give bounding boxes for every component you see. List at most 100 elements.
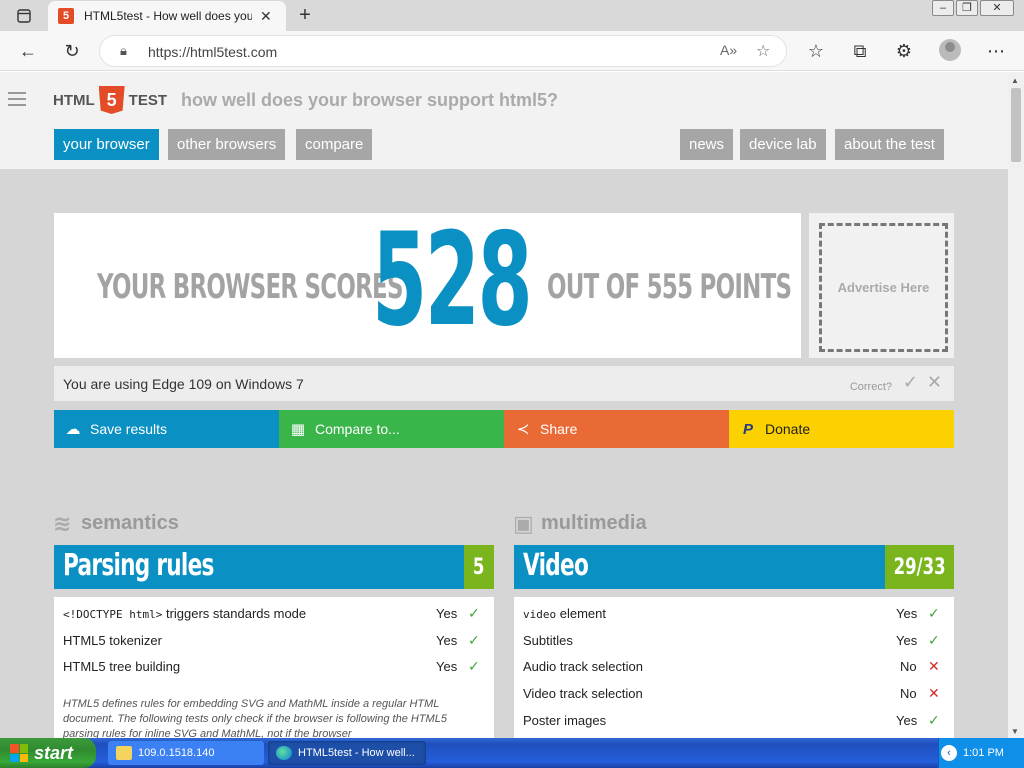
scroll-thumb[interactable] — [1011, 88, 1021, 162]
tab-actions-button[interactable] — [8, 6, 40, 26]
row-result: No — [900, 659, 917, 674]
video-score-value: 29/33 — [893, 554, 946, 580]
tab-close-icon[interactable]: ✕ — [260, 9, 272, 23]
windows-taskbar: start 109.0.1518.140 HTML5test - How wel… — [0, 738, 1024, 768]
check-icon: ✓ — [928, 632, 940, 648]
start-button[interactable]: start — [0, 738, 96, 768]
system-tray: ‹ 1:01 PM — [938, 738, 1024, 768]
page-scrollbar[interactable]: ▲ ▼ — [1008, 72, 1024, 738]
video-title: Video — [523, 548, 589, 583]
advertise-here-link[interactable]: Advertise Here — [819, 223, 948, 352]
parsing-rules-title: Parsing rules — [63, 548, 214, 583]
taskbar-item-folder[interactable]: 109.0.1518.140 — [108, 741, 264, 765]
table-row: Audio track selection — [523, 659, 643, 674]
row-result: Yes — [436, 659, 458, 674]
video-header: Video 29/33 — [514, 545, 954, 589]
taskbar-item-label: HTML5test - How well... — [298, 747, 415, 759]
minimize-button[interactable]: – — [932, 0, 954, 16]
nav-device-lab[interactable]: device lab — [740, 129, 826, 160]
new-tab-button[interactable]: + — [294, 4, 316, 26]
compare-to-button[interactable]: ▦ Compare to... — [279, 410, 504, 448]
extensions-icon[interactable]: ⚙ — [892, 39, 916, 63]
nav-news[interactable]: news — [680, 129, 734, 160]
save-results-button[interactable]: ☁ Save results — [54, 410, 279, 448]
score-value: 528 — [372, 206, 533, 355]
html5-shield-icon: 5 — [98, 86, 125, 114]
nav-compare[interactable]: compare — [296, 129, 373, 160]
check-icon: ✓ — [468, 632, 480, 648]
detected-browser-bar: You are using Edge 109 on Windows 7 Corr… — [54, 366, 954, 401]
row-result: No — [900, 686, 917, 701]
site-header: HTML 5 TEST how well does your browser s… — [0, 72, 1008, 169]
folder-icon — [116, 746, 132, 760]
row-code: video — [523, 608, 557, 621]
cross-icon: ✕ — [928, 685, 940, 701]
maximize-button[interactable]: ❐ — [956, 0, 978, 16]
paypal-icon: P — [742, 420, 753, 438]
correct-prompt: Correct? — [849, 381, 892, 393]
row-result: Yes — [896, 606, 918, 621]
address-bar[interactable]: 🔒︎ https://html5test.com A» ☆ — [99, 35, 787, 67]
edge-icon — [276, 746, 292, 760]
browser-toolbar: ← ↻ 🔒︎ https://html5test.com A» ☆ ☆ ⧉ ⚙ … — [0, 31, 1024, 71]
web-page: HTML 5 TEST how well does your browser s… — [0, 72, 1008, 738]
more-options-icon[interactable]: ⋯ — [984, 39, 1008, 63]
layers-icon: ≋ — [53, 510, 72, 536]
nav-about-the-test[interactable]: about the test — [835, 129, 944, 160]
parsing-rules-header: Parsing rules 5 — [54, 545, 494, 589]
table-row: HTML5 tokenizer — [63, 633, 162, 648]
cross-icon: ✕ — [928, 658, 940, 674]
multimedia-heading: ▣ multimedia — [513, 512, 647, 535]
browser-title-bar: 5 HTML5test - How well does your ✕ + – ❐… — [0, 0, 1024, 31]
parsing-rules-score: 5 — [464, 545, 494, 589]
score-panel: YOUR BROWSER SCORES 528 OUT OF 555 POINT… — [54, 213, 801, 358]
donate-button[interactable]: P Donate — [729, 410, 954, 448]
taskbar-item-edge[interactable]: HTML5test - How well... — [268, 741, 426, 765]
reject-cross-icon[interactable]: ✕ — [927, 372, 942, 393]
scroll-up-arrow-icon[interactable]: ▲ — [1011, 76, 1019, 85]
html5-favicon-icon: 5 — [58, 8, 74, 24]
hamburger-menu-icon[interactable] — [8, 92, 26, 106]
row-result: Yes — [436, 606, 458, 621]
ad-panel: Advertise Here — [809, 213, 954, 358]
row-code: <!DOCTYPE html> — [63, 608, 163, 621]
compare-to-label: Compare to... — [315, 421, 400, 437]
save-results-label: Save results — [90, 421, 168, 437]
window-controls: – ❐ ✕ — [932, 0, 1014, 16]
read-aloud-icon[interactable]: A» — [720, 42, 737, 58]
share-button[interactable]: ≺ Share — [504, 410, 729, 448]
clock: 1:01 PM — [963, 747, 1004, 759]
back-arrow-icon[interactable]: ← — [16, 39, 40, 63]
parsing-rules-note: HTML5 defines rules for embedding SVG an… — [63, 698, 447, 738]
profile-avatar[interactable] — [939, 39, 961, 61]
film-clapper-icon: ▣ — [513, 510, 534, 536]
semantics-heading-text: semantics — [81, 512, 179, 534]
confirm-check-icon[interactable]: ✓ — [903, 372, 918, 393]
browser-tab-html5test[interactable]: 5 HTML5test - How well does your ✕ — [48, 1, 286, 31]
nav-your-browser[interactable]: your browser — [54, 129, 159, 160]
logo-right-text: TEST — [128, 91, 167, 109]
close-window-button[interactable]: ✕ — [980, 0, 1014, 16]
tray-expand-icon[interactable]: ‹ — [941, 745, 957, 761]
nav-other-browsers[interactable]: other browsers — [168, 129, 286, 160]
video-list: video element Yes ✓ Subtitles Yes ✓ Audi… — [514, 597, 954, 738]
windows-flag-icon — [10, 744, 28, 762]
cloud-upload-icon: ☁ — [65, 421, 81, 438]
site-logo[interactable]: HTML 5 TEST — [53, 86, 167, 114]
scroll-down-arrow-icon[interactable]: ▼ — [1011, 727, 1019, 736]
table-row: Subtitles — [523, 633, 573, 648]
add-favorite-icon[interactable]: ☆ — [756, 41, 770, 61]
refresh-icon[interactable]: ↻ — [60, 39, 84, 63]
favorites-icon[interactable]: ☆ — [804, 39, 828, 63]
semantics-heading: ≋ semantics — [53, 512, 179, 535]
check-icon: ✓ — [468, 605, 480, 621]
table-row: HTML5 tree building — [63, 659, 181, 674]
share-icon: ≺ — [516, 421, 530, 438]
url-text[interactable]: https://html5test.com — [148, 44, 277, 60]
detected-browser-text: You are using Edge 109 on Windows 7 — [63, 376, 304, 392]
collections-icon[interactable]: ⧉ — [848, 39, 872, 63]
start-label: start — [34, 742, 74, 763]
lock-icon[interactable]: 🔒︎ — [120, 43, 127, 59]
table-row: Video track selection — [523, 686, 643, 701]
parsing-rules-list: <!DOCTYPE html> triggers standards mode … — [54, 597, 494, 738]
